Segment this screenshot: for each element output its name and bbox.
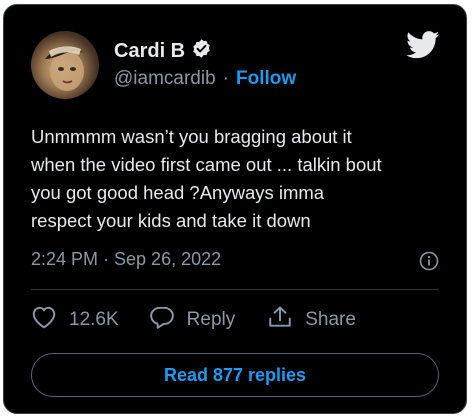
divider — [31, 289, 439, 290]
reply-button[interactable]: Reply — [149, 305, 236, 335]
tweet-embed-card: Cardi B @iamcardib · Follow Unmmmm wasn’… — [3, 4, 467, 414]
share-upload-icon — [267, 305, 293, 335]
share-label: Share — [305, 309, 356, 330]
verified-badge-icon — [191, 38, 212, 64]
tweet-timestamp[interactable]: 2:24 PM · Sep 26, 2022 — [31, 249, 221, 270]
read-replies-button[interactable]: Read 877 replies — [31, 353, 439, 397]
reply-label: Reply — [186, 309, 236, 330]
follow-link[interactable]: Follow — [236, 68, 296, 90]
display-name[interactable]: Cardi B — [114, 40, 185, 63]
like-count: 12.6K — [69, 309, 119, 330]
speech-bubble-icon — [149, 305, 175, 335]
heart-icon — [31, 305, 57, 335]
user-handle[interactable]: @iamcardib — [114, 68, 216, 90]
avatar[interactable] — [31, 31, 99, 99]
like-button[interactable]: 12.6K — [31, 305, 119, 335]
read-replies-label: Read 877 replies — [163, 364, 307, 385]
info-icon[interactable] — [419, 251, 439, 276]
action-bar: 12.6K Reply Share — [31, 305, 356, 335]
share-button[interactable]: Share — [267, 305, 356, 335]
twitter-bird-icon[interactable] — [406, 31, 440, 64]
handle-row: @iamcardib · Follow — [114, 68, 296, 90]
avatar-photo — [45, 46, 85, 91]
tweet-text: Unmmmm wasn’t you bragging about it when… — [31, 126, 382, 231]
user-name-row: Cardi B — [114, 38, 212, 64]
separator-dot: · — [222, 68, 229, 89]
